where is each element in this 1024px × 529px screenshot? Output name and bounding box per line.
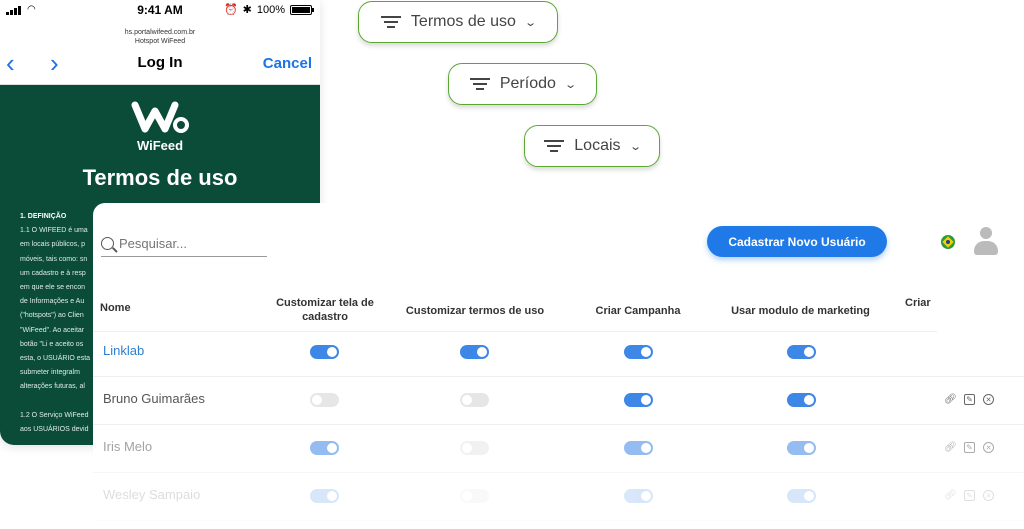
url-host: hs.portalwifeed.com.br <box>124 29 196 36</box>
column-header-custom-signup: Customizar tela de cadastro <box>276 297 374 323</box>
search-bar[interactable] <box>101 231 267 257</box>
link-icon[interactable]: 🔗︎ <box>944 490 957 501</box>
table-row: Iris Melo 🔗︎ ✎ ✕ <box>93 425 1024 473</box>
wifeed-logo: WiFeed <box>130 101 190 153</box>
column-header-name: Nome <box>100 302 131 314</box>
close-icon[interactable]: ✕ <box>983 394 994 405</box>
link-icon[interactable]: 🔗︎ <box>944 442 957 453</box>
toggle-create-campaign[interactable] <box>624 441 653 455</box>
toggle-custom-signup[interactable] <box>310 345 339 359</box>
user-name[interactable]: Bruno Guimarães <box>103 391 205 406</box>
toggle-marketing[interactable] <box>787 489 816 503</box>
edit-icon[interactable]: ✎ <box>964 490 975 501</box>
toggle-create-campaign[interactable] <box>624 393 653 407</box>
chevron-down-icon: ⌄ <box>628 140 642 153</box>
edit-icon[interactable]: ✎ <box>964 394 975 405</box>
filter-icon <box>469 78 490 90</box>
toggle-marketing[interactable] <box>787 393 816 407</box>
close-icon[interactable]: ✕ <box>983 490 994 501</box>
filter-locais[interactable]: Locais ⌄ <box>524 125 660 167</box>
table-row: Wesley Sampaio 🔗︎ ✎ ✕ <box>93 473 1024 521</box>
user-name[interactable]: Iris Melo <box>103 439 152 454</box>
toggle-custom-terms[interactable] <box>460 393 489 407</box>
table-row: Bruno Guimarães 🔗︎ ✎ ✕ <box>93 377 1024 425</box>
cancel-button[interactable]: Cancel <box>263 55 312 72</box>
filter-label: Período <box>499 75 556 92</box>
toggle-custom-terms[interactable] <box>460 489 489 503</box>
filter-label: Locais <box>574 137 621 154</box>
filter-periodo[interactable]: Período ⌄ <box>448 63 597 105</box>
toggle-create-campaign[interactable] <box>624 489 653 503</box>
toggle-custom-signup[interactable] <box>310 393 339 407</box>
close-icon[interactable]: ✕ <box>983 442 994 453</box>
toggle-custom-signup[interactable] <box>310 489 339 503</box>
chevron-down-icon: ⌄ <box>564 78 577 91</box>
bluetooth-icon: ✱ <box>242 4 252 16</box>
filter-label: Termos de uso <box>410 13 516 30</box>
column-header-create: Criar <box>905 297 931 309</box>
filter-termos-de-uso[interactable]: Termos de uso ⌄ <box>358 1 558 43</box>
table-row: Linklab <box>93 329 1024 377</box>
filter-icon <box>380 16 401 28</box>
brand-name: WiFeed <box>136 138 184 153</box>
link-icon[interactable]: 🔗︎ <box>944 394 957 405</box>
brazil-flag-icon[interactable] <box>941 235 955 249</box>
wifeed-logo-icon <box>131 101 189 133</box>
browser-navbar: hs.portalwifeed.com.br Hotspot WiFeed ‹ … <box>0 20 320 85</box>
toggle-custom-signup[interactable] <box>310 441 339 455</box>
avatar[interactable] <box>974 227 998 257</box>
url-subtitle: Hotspot WiFeed <box>134 38 186 45</box>
column-header-custom-terms: Customizar termos de uso <box>405 305 545 317</box>
status-right: ⏰ ✱ 100% <box>223 3 314 16</box>
column-header-marketing: Usar modulo de marketing <box>731 305 870 317</box>
toggle-create-campaign[interactable] <box>624 345 653 359</box>
column-header-create-campaign: Criar Campanha <box>595 305 681 317</box>
battery-percent: 100% <box>256 3 285 16</box>
edit-icon[interactable]: ✎ <box>964 442 975 453</box>
toggle-marketing[interactable] <box>787 441 816 455</box>
row-actions: 🔗︎ ✎ ✕ <box>944 490 994 501</box>
row-actions: 🔗︎ ✎ ✕ <box>944 442 994 453</box>
toggle-custom-terms[interactable] <box>460 441 489 455</box>
terms-heading: Termos de uso <box>82 165 238 190</box>
row-actions: 🔗︎ ✎ ✕ <box>944 394 994 405</box>
user-name[interactable]: Wesley Sampaio <box>103 487 200 502</box>
add-user-button[interactable]: Cadastrar Novo Usuário <box>707 226 887 257</box>
chevron-down-icon: ⌄ <box>524 16 537 29</box>
toggle-custom-terms[interactable] <box>460 345 489 359</box>
url-display: hs.portalwifeed.com.br Hotspot WiFeed <box>0 28 320 46</box>
status-bar: ◠ 9:41 AM ⏰ ✱ 100% <box>0 0 320 20</box>
search-input[interactable] <box>119 236 259 251</box>
filter-icon <box>544 140 565 152</box>
search-icon <box>101 237 114 250</box>
toggle-marketing[interactable] <box>787 345 816 359</box>
battery-icon <box>290 4 314 15</box>
user-permissions-panel: Cadastrar Novo Usuário Nome Customizar t… <box>93 203 1024 529</box>
user-name-link[interactable]: Linklab <box>103 343 144 358</box>
alarm-icon: ⏰ <box>223 4 238 16</box>
